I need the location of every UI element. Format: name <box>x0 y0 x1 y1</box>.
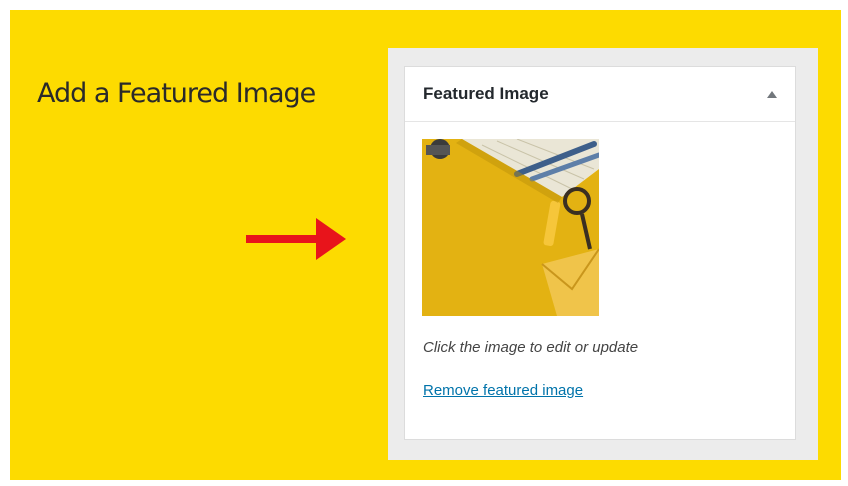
red-arrow-icon <box>246 218 346 260</box>
thumbnail-picture <box>422 139 599 316</box>
metabox-header[interactable]: Featured Image <box>405 67 795 122</box>
editor-sidebar: Featured Image Click the image to edit o… <box>388 48 818 460</box>
slide-headline: Add a Featured Image <box>37 78 316 109</box>
triangle-up-icon <box>767 90 777 98</box>
featured-image-metabox: Featured Image Click the image to edit o… <box>404 66 796 440</box>
collapse-toggle-button[interactable] <box>759 81 785 107</box>
slide-background: Add a Featured Image Featured Image Clic… <box>10 10 841 480</box>
edit-hint-text: Click the image to edit or update <box>423 339 639 356</box>
metabox-title: Featured Image <box>423 84 549 103</box>
remove-featured-image-link[interactable]: Remove featured image <box>423 382 583 399</box>
featured-image-thumbnail[interactable] <box>422 139 599 316</box>
